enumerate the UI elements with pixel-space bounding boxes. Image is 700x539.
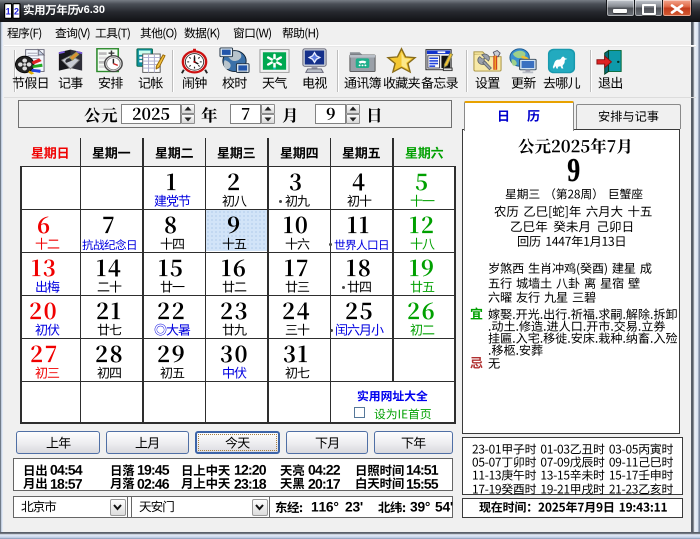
- svg-text:2: 2: [14, 7, 19, 17]
- svg-text:1: 1: [6, 7, 11, 17]
